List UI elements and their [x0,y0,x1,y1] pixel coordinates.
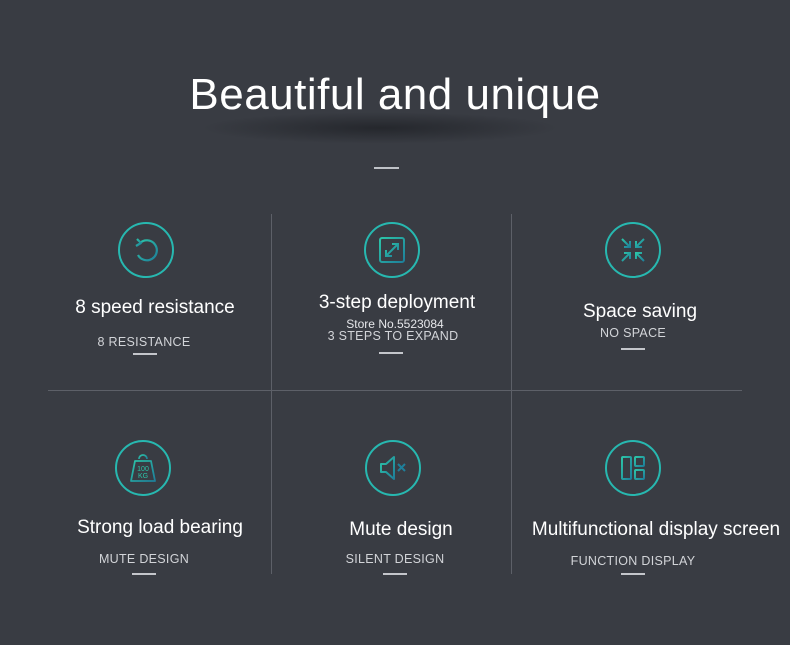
grid-divider-vertical-2 [511,214,512,574]
title-divider [374,167,399,169]
feature-subtitle: MUTE DESIGN [98,552,190,566]
rotate-arrow-icon [118,222,174,278]
layout-grid-icon [605,440,661,496]
weight-100kg-icon: 100 KG [115,440,171,496]
speaker-mute-icon [365,440,421,496]
feature-divider [133,353,157,355]
feature-title: Strong load bearing [77,517,243,538]
grid-divider-vertical-1 [271,214,272,574]
feature-divider [621,573,645,575]
feature-divider [379,352,403,354]
svg-text:100: 100 [137,466,149,473]
svg-text:KG: KG [138,473,148,480]
feature-divider [132,573,156,575]
grid-divider-horizontal [48,390,742,391]
feature-divider [383,573,407,575]
page-title: Beautiful and unique [189,70,601,119]
feature-title: 8 speed resistance [75,297,235,318]
expand-arrows-icon [364,222,420,278]
feature-title: Space saving [582,301,698,322]
feature-subtitle: NO SPACE [599,326,667,340]
feature-title: Multifunctional display screen [531,519,781,540]
feature-subtitle: FUNCTION DISPLAY [570,554,696,568]
feature-subtitle: 8 RESISTANCE [97,335,191,349]
compress-arrows-icon [605,222,661,278]
feature-title: Mute design [349,519,453,540]
feature-subtitle: 3 STEPS TO EXPAND [327,329,459,343]
feature-divider [621,348,645,350]
feature-title: 3-step deployment [318,292,476,313]
feature-subtitle: SILENT DESIGN [345,552,445,566]
